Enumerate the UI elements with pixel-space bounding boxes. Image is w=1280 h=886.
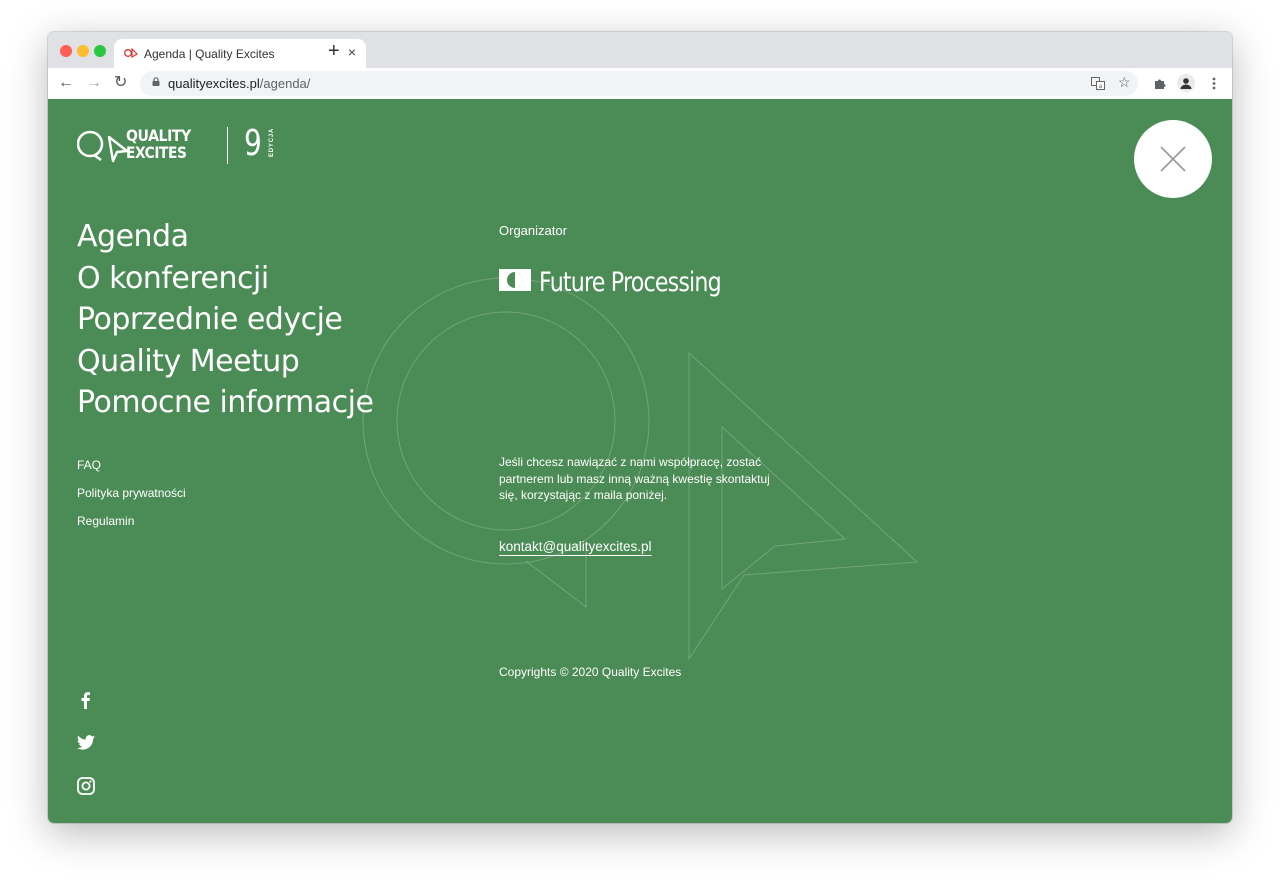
secondary-navigation: FAQ Polityka prywatności Regulamin [77, 458, 186, 542]
url-host: qualityexcites.pl [168, 76, 260, 91]
twitter-icon[interactable] [77, 735, 95, 751]
forward-button[interactable]: → [86, 74, 102, 92]
tab-strip: Agenda | Quality Excites × + [48, 32, 1232, 68]
maximize-window-button[interactable] [94, 45, 106, 57]
browser-window: Agenda | Quality Excites × + ← → ↻ quali… [48, 32, 1232, 823]
svg-text:a: a [1099, 83, 1103, 90]
copyright-text: Copyrights © 2020 Quality Excites [499, 665, 682, 679]
edition-number: 9 [244, 123, 262, 164]
contact-email-link[interactable]: kontakt@qualityexcites.pl [499, 539, 652, 554]
logo-line1: QUALITY [126, 126, 191, 145]
address-bar[interactable]: qualityexcites.pl/agenda/ a ☆ [140, 71, 1138, 96]
profile-avatar-icon[interactable] [1177, 74, 1195, 92]
close-icon [1160, 146, 1186, 172]
back-button[interactable]: ← [58, 74, 74, 92]
facebook-icon[interactable] [77, 691, 95, 709]
new-tab-button[interactable]: + [328, 41, 340, 61]
url-path: /agenda/ [259, 76, 311, 91]
menu-overlay: QUALITY EXCITES 9 EDYCJA Agenda O konfer… [48, 99, 1232, 823]
nav-item-poprzednie-edycje[interactable]: Poprzednie edycje [77, 299, 373, 341]
organizer-name[interactable]: Future Processing [539, 267, 722, 298]
tab-title: Agenda | Quality Excites [144, 47, 275, 61]
link-privacy-policy[interactable]: Polityka prywatności [77, 486, 186, 514]
lock-icon [152, 77, 160, 86]
url-text: qualityexcites.pl/agenda/ [168, 76, 310, 91]
browser-menu-icon[interactable] [1212, 77, 1216, 90]
organizer-label: Organizator [499, 223, 567, 238]
contact-text: Jeśli chcesz nawiązać z nami współpracę,… [499, 455, 770, 502]
instagram-icon[interactable] [77, 777, 95, 795]
reload-button[interactable]: ↻ [114, 74, 127, 92]
extensions-puzzle-icon[interactable] [1153, 77, 1166, 90]
nav-item-pomocne-informacje[interactable]: Pomocne informacje [77, 382, 374, 424]
nav-item-agenda[interactable]: Agenda [77, 216, 373, 258]
link-terms[interactable]: Regulamin [77, 514, 186, 542]
translate-icon[interactable]: a [1091, 77, 1105, 90]
close-menu-button[interactable] [1134, 120, 1212, 198]
favicon-icon [124, 48, 138, 58]
tab-close-icon[interactable]: × [348, 44, 356, 60]
future-processing-logo-icon[interactable] [499, 269, 531, 291]
main-navigation: Agenda O konferencji Poprzednie edycje Q… [77, 216, 374, 424]
nav-item-o-konferencji[interactable]: O konferencji [77, 258, 373, 300]
nav-item-quality-meetup[interactable]: Quality Meetup [77, 341, 373, 383]
close-window-button[interactable] [60, 45, 72, 57]
minimize-window-button[interactable] [77, 45, 89, 57]
link-faq[interactable]: FAQ [77, 458, 186, 486]
bookmark-star-icon[interactable]: ☆ [1118, 74, 1131, 91]
edition-label: EDYCJA [269, 127, 275, 157]
logo-divider [227, 127, 228, 164]
logo-line2: EXCITES [126, 143, 187, 162]
browser-toolbar: ← → ↻ qualityexcites.pl/agenda/ a ☆ [48, 68, 1232, 100]
